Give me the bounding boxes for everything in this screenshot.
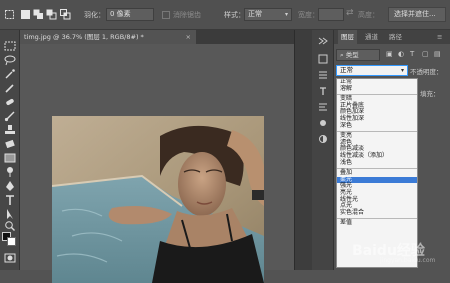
antialias-label: 消除锯齿: [173, 11, 201, 19]
type-tool-icon[interactable]: [3, 194, 17, 206]
dodge-tool-icon[interactable]: [3, 166, 17, 178]
eyedropper-tool-icon[interactable]: [3, 82, 17, 94]
chevron-down-icon: ▾: [400, 67, 404, 74]
quick-mask-icon[interactable]: [3, 252, 17, 264]
background-color-swatch[interactable]: [7, 237, 16, 246]
layers-panel-tabs: 图层 通道 路径 ≡: [334, 30, 450, 44]
adjustments-icon[interactable]: [317, 134, 329, 144]
filter-type-icon[interactable]: T: [410, 50, 414, 58]
blend-option[interactable]: 差值: [337, 220, 417, 227]
options-bar: 羽化： 0 像素 消除锯齿 样式： 正常 ▾ 宽度： ⇄ 高度： 选择并遮住..…: [0, 0, 450, 30]
chevron-down-icon: ▾: [284, 11, 288, 18]
document-image: [52, 116, 264, 283]
fill-label: 填充：: [420, 90, 440, 98]
close-icon[interactable]: ×: [186, 30, 191, 44]
pen-tool-icon[interactable]: [3, 180, 17, 192]
tab-channels[interactable]: 通道: [362, 30, 381, 44]
filter-adjustment-icon[interactable]: ◐: [398, 50, 404, 58]
canvas-area[interactable]: [20, 44, 294, 283]
filter-pixel-icon[interactable]: ▣: [386, 50, 393, 58]
gradient-tool-icon[interactable]: [3, 152, 17, 164]
feather-label: 羽化：: [84, 11, 105, 19]
collapse-icon[interactable]: [317, 36, 329, 46]
blend-mode-value: 正常: [340, 66, 353, 74]
document-tab[interactable]: timg.jpg @ 36.7% (图层 1, RGB/8#) * ×: [20, 30, 196, 44]
blend-option[interactable]: 溶解: [337, 85, 417, 93]
blend-option[interactable]: 实色混合: [337, 209, 417, 217]
blend-option[interactable]: 深色: [337, 122, 417, 130]
brush-preset-icon[interactable]: [317, 118, 329, 128]
kind-filter-value: 类型: [345, 51, 359, 59]
marquee-preset-icon[interactable]: [4, 9, 15, 20]
history-icon[interactable]: [317, 54, 329, 64]
blend-option[interactable]: 浅色: [337, 159, 417, 167]
add-selection-icon[interactable]: [33, 9, 44, 20]
document-tab-bar: timg.jpg @ 36.7% (图层 1, RGB/8#) * ×: [20, 30, 294, 44]
width-input[interactable]: [318, 8, 344, 21]
layer-filter-row: ⌕ 类型 ▣ ◐ T ▢ ▤: [336, 49, 448, 61]
kind-filter-select[interactable]: ⌕ 类型: [336, 49, 380, 61]
zoom-tool-icon[interactable]: [3, 220, 17, 232]
magic-wand-tool-icon[interactable]: [3, 68, 17, 80]
tools-panel: [0, 30, 20, 270]
filter-shape-icon[interactable]: ▢: [422, 50, 429, 58]
blend-mode-select[interactable]: 正常 ▾: [336, 65, 408, 76]
new-selection-icon[interactable]: [20, 9, 31, 20]
style-label: 样式：: [224, 11, 245, 19]
style-select[interactable]: 正常 ▾: [244, 8, 292, 21]
panel-divider[interactable]: [294, 30, 312, 270]
opacity-label: 不透明度：: [410, 68, 443, 76]
paragraph-icon[interactable]: [317, 102, 329, 112]
intersect-selection-icon[interactable]: [60, 9, 71, 20]
tab-paths[interactable]: 路径: [386, 30, 405, 44]
properties-icon[interactable]: [317, 70, 329, 80]
width-label: 宽度：: [298, 11, 319, 19]
path-selection-tool-icon[interactable]: [3, 208, 17, 220]
select-and-mask-button[interactable]: 选择并遮住...: [388, 7, 446, 22]
brush-tool-icon[interactable]: [3, 110, 17, 122]
lasso-tool-icon[interactable]: [3, 54, 17, 66]
marquee-tool-icon[interactable]: [3, 40, 17, 52]
panel-menu-icon[interactable]: ≡: [434, 30, 445, 44]
stamp-tool-icon[interactable]: [3, 124, 17, 136]
tab-layers[interactable]: 图层: [338, 30, 357, 44]
search-icon: ⌕: [340, 51, 344, 59]
character-icon[interactable]: [317, 86, 329, 96]
antialias-checkbox[interactable]: [162, 11, 170, 19]
height-label: 高度：: [358, 11, 379, 19]
filter-smart-icon[interactable]: ▤: [434, 50, 441, 58]
swap-icon[interactable]: ⇄: [346, 8, 354, 18]
healing-brush-tool-icon[interactable]: [3, 96, 17, 108]
watermark-url: jingyan.baidu.com: [380, 257, 436, 264]
panel-icon-column: [312, 30, 334, 270]
style-select-value: 正常: [248, 10, 262, 18]
document-tab-title: timg.jpg @ 36.7% (图层 1, RGB/8#) *: [24, 33, 144, 41]
feather-input[interactable]: 0 像素: [106, 8, 154, 21]
eraser-tool-icon[interactable]: [3, 138, 17, 150]
subtract-selection-icon[interactable]: [46, 9, 57, 20]
